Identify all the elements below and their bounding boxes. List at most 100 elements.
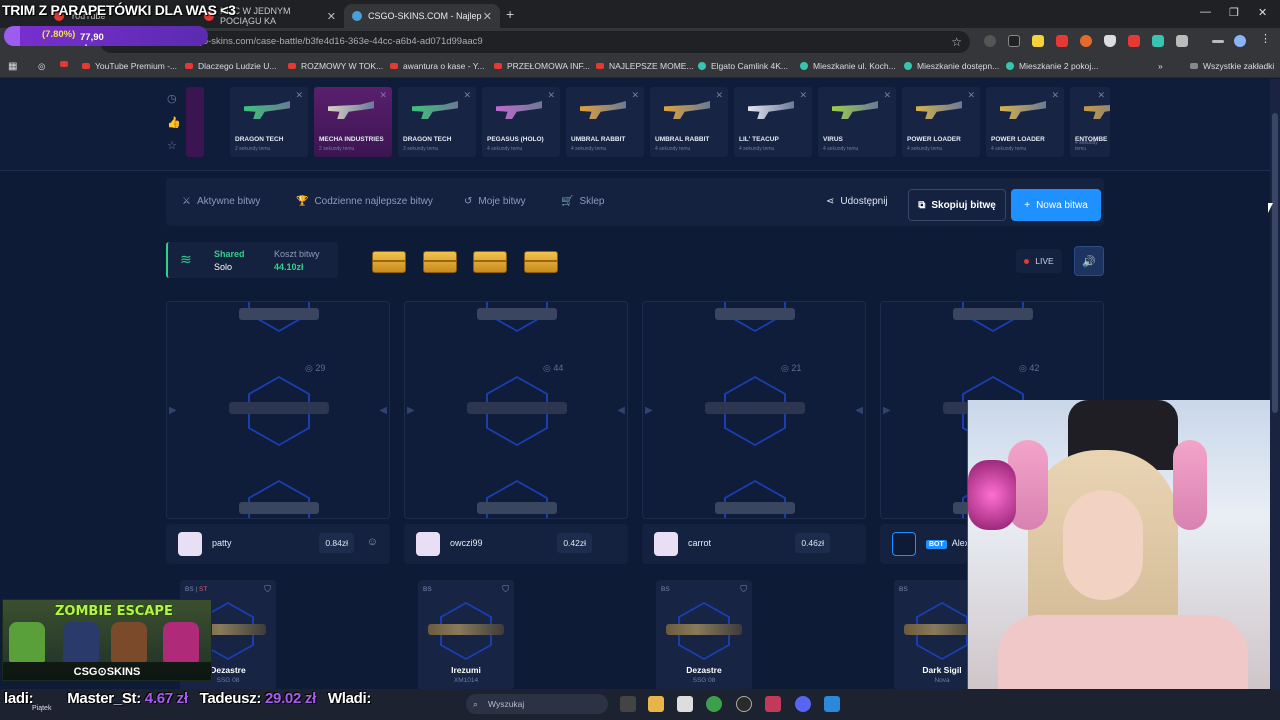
sound-toggle-button[interactable]: 🔊 bbox=[1074, 246, 1104, 276]
smile-icon[interactable]: ☺ bbox=[367, 536, 378, 548]
microphone-icon bbox=[968, 460, 1016, 530]
nav-active-battles[interactable]: ⚔ Aktywne bitwy bbox=[182, 196, 260, 207]
close-icon[interactable]: ✕ bbox=[799, 90, 807, 101]
close-icon[interactable]: ✕ bbox=[883, 90, 891, 101]
close-icon[interactable]: ✕ bbox=[483, 10, 492, 23]
bookmark-item[interactable]: PRZEŁOMOWA INF... bbox=[494, 61, 590, 71]
close-icon[interactable]: ✕ bbox=[379, 90, 387, 101]
puzzle-icon[interactable] bbox=[1176, 35, 1188, 47]
chrome-icon[interactable] bbox=[706, 696, 722, 712]
bookmark-item[interactable]: Mieszkanie dostępn... bbox=[904, 61, 999, 71]
restore-icon[interactable]: ❐ bbox=[1229, 6, 1239, 19]
minimize-icon[interactable]: — bbox=[1200, 6, 1211, 18]
drop-card[interactable]: ✕ PEGASUS (HOLO) 4 sekundy temu bbox=[482, 87, 560, 157]
share-button[interactable]: ⋖ Udostępnij bbox=[826, 196, 888, 207]
url-input[interactable]: csgo-skins.com/case-battle/b3fe4d16-363e… bbox=[100, 31, 970, 53]
drop-card[interactable]: ✕ VIRUS 4 sekundy temu bbox=[818, 87, 896, 157]
bookmark-item[interactable]: Mieszkanie ul. Koch... bbox=[800, 61, 896, 71]
close-icon[interactable]: ✕ bbox=[547, 90, 555, 101]
close-icon[interactable]: ✕ bbox=[1097, 90, 1105, 101]
bookmark-item[interactable]: awantura o kase - Y... bbox=[390, 61, 484, 71]
discord-icon[interactable] bbox=[795, 696, 811, 712]
folder-icon[interactable] bbox=[648, 696, 664, 712]
extension-icon[interactable] bbox=[984, 35, 996, 47]
extension-icon[interactable] bbox=[1128, 35, 1140, 47]
tab-csgo-skins[interactable]: CSGO-SKINS.COM - Najlep ✕ bbox=[344, 4, 500, 28]
nav-shop[interactable]: 🛒 Sklep bbox=[561, 196, 604, 207]
media-icon[interactable] bbox=[1212, 40, 1224, 43]
won-item-card[interactable]: BS ⛉ Dezastre SSG 08 bbox=[656, 580, 752, 690]
bookmark-item[interactable] bbox=[60, 61, 73, 67]
shield-icon[interactable] bbox=[1104, 35, 1116, 47]
bookmark-item[interactable]: NAJLEPSZE MOME... bbox=[596, 61, 694, 71]
all-bookmarks[interactable]: Wszystkie zakładki bbox=[1190, 61, 1274, 71]
player-card[interactable]: patty 0.84zł ☺ bbox=[166, 524, 390, 564]
window-close-icon[interactable]: ✕ bbox=[1258, 6, 1267, 19]
bookmark-item[interactable]: Dlaczego Ludzie U... bbox=[185, 61, 276, 71]
new-battle-button[interactable]: + Nowa bitwa bbox=[1011, 189, 1101, 221]
bookmark-item[interactable]: Mieszkanie 2 pokoj... bbox=[1006, 61, 1098, 71]
handshake-icon: ≋ bbox=[180, 251, 192, 267]
adblock-icon[interactable] bbox=[1056, 35, 1068, 47]
chevron-right-icon[interactable]: » bbox=[1158, 61, 1163, 71]
drop-card[interactable]: ✕ UMBRAL RABBIT 4 sekundy temu bbox=[650, 87, 728, 157]
close-icon[interactable]: ✕ bbox=[463, 90, 471, 101]
live-dot-icon bbox=[1024, 258, 1030, 264]
player-card[interactable]: carrot 0.46zł bbox=[642, 524, 866, 564]
menu-icon[interactable]: ⋮ bbox=[1260, 32, 1271, 45]
drop-card[interactable]: ✕ UMBRAL RABBIT 4 sekundy temu bbox=[566, 87, 644, 157]
won-item-card[interactable]: BS ⛉ Irezumi XM1014 bbox=[418, 580, 514, 690]
apps-icon[interactable]: ▦ bbox=[8, 61, 17, 72]
drop-card[interactable]: ✕ MECHA INDUSTRIES 2 sekundy temu bbox=[314, 87, 392, 157]
close-icon[interactable]: ✕ bbox=[1051, 90, 1059, 101]
shield-icon[interactable]: ⛉ bbox=[264, 584, 271, 595]
live-badge[interactable]: LIVE bbox=[1016, 249, 1062, 273]
close-icon[interactable]: ✕ bbox=[295, 90, 303, 101]
clock-icon[interactable]: ◷ bbox=[167, 92, 177, 105]
bookmark-item[interactable]: YouTube Premium -... bbox=[82, 61, 177, 71]
close-icon[interactable]: ✕ bbox=[327, 10, 336, 23]
bookmark-star-icon[interactable]: ☆ bbox=[951, 31, 962, 53]
page-scrollbar[interactable] bbox=[1270, 79, 1280, 689]
nav-my-battles[interactable]: ↺ Moje bitwy bbox=[464, 196, 526, 207]
obs-icon[interactable] bbox=[736, 696, 752, 712]
shield-icon[interactable]: ⛉ bbox=[740, 584, 747, 595]
close-icon[interactable]: ✕ bbox=[715, 90, 723, 101]
drop-card[interactable]: ✕ POWER LOADER 4 sekundy temu bbox=[902, 87, 980, 157]
nav-daily-best[interactable]: 🏆 Codzienne najlepsze bitwy bbox=[296, 196, 433, 207]
player-card[interactable]: owczi99 0.42zł bbox=[404, 524, 628, 564]
taskbar-search[interactable]: ⌕ Wyszukaj bbox=[466, 694, 608, 714]
player-card[interactable]: BOT Alex bbox=[880, 524, 969, 564]
globe-icon[interactable]: ◎ bbox=[38, 61, 45, 72]
drop-card[interactable]: ✕ DRAGON TECH 3 sekundy temu bbox=[398, 87, 476, 157]
close-icon[interactable]: ✕ bbox=[631, 90, 639, 101]
star-icon[interactable]: ☆ bbox=[167, 139, 177, 152]
drop-card-partial[interactable] bbox=[186, 87, 204, 157]
task-view-icon[interactable] bbox=[620, 696, 636, 712]
new-tab-icon[interactable]: + bbox=[506, 6, 514, 22]
drop-card[interactable]: ✕ DRAGON TECH 2 sekundy temu bbox=[230, 87, 308, 157]
case-icon[interactable] bbox=[524, 251, 558, 273]
scrollbar-thumb[interactable] bbox=[1272, 113, 1278, 413]
avatar[interactable] bbox=[1234, 35, 1246, 47]
shield-icon[interactable]: ⛉ bbox=[502, 584, 509, 595]
app-icon[interactable] bbox=[824, 696, 840, 712]
bookmark-item[interactable]: ROZMOWY W TOK... bbox=[288, 61, 383, 71]
case-icon[interactable] bbox=[423, 251, 457, 273]
extension-icon[interactable] bbox=[1080, 35, 1092, 47]
case-icon[interactable] bbox=[372, 251, 406, 273]
drop-card[interactable]: ✕ ENTOMBE 4 sekundy temu bbox=[1070, 87, 1110, 157]
store-icon[interactable] bbox=[677, 696, 693, 712]
bot-badge: BOT bbox=[926, 540, 947, 549]
extension-icon[interactable] bbox=[1008, 35, 1020, 47]
extension-icon[interactable] bbox=[1152, 35, 1164, 47]
bookmark-item[interactable]: Elgato Camlink 4K... bbox=[698, 61, 788, 71]
extension-icon[interactable] bbox=[1032, 35, 1044, 47]
thumbs-up-icon[interactable]: 👍 bbox=[167, 116, 181, 129]
app-icon[interactable] bbox=[765, 696, 781, 712]
drop-card[interactable]: ✕ LIL' TEACUP 4 sekundy temu bbox=[734, 87, 812, 157]
case-icon[interactable] bbox=[473, 251, 507, 273]
close-icon[interactable]: ✕ bbox=[967, 90, 975, 101]
copy-battle-button[interactable]: ⧉ Skopiuj bitwę bbox=[908, 189, 1006, 221]
drop-card[interactable]: ✕ POWER LOADER 4 sekundy temu bbox=[986, 87, 1064, 157]
